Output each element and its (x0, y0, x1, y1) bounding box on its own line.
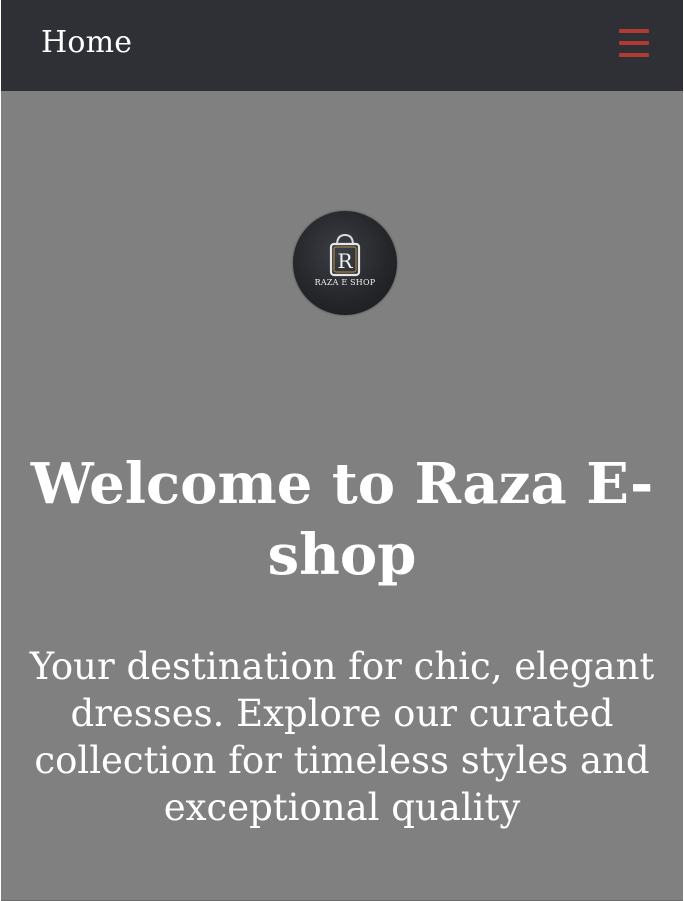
hero-section: R RAZA E SHOP Welcome to Raza E-shop You… (1, 91, 683, 901)
nav-home-link[interactable]: Home (41, 25, 132, 60)
hero-description: Your destination for chic, elegant dress… (29, 645, 655, 829)
hamburger-menu-icon[interactable] (619, 28, 649, 57)
menu-bar-bottom (619, 52, 649, 57)
top-navbar: Home (1, 0, 683, 91)
menu-bar-middle (619, 40, 649, 45)
shop-logo: R RAZA E SHOP (293, 211, 397, 315)
page: Home R RAZA E SHOP Welcome to Raza E-sho… (0, 0, 684, 901)
menu-bar-top (619, 28, 649, 33)
shopping-bag-icon: R (329, 233, 361, 277)
hero-title: Welcome to Raza E-shop (30, 451, 654, 588)
logo-monogram: R (337, 249, 353, 273)
logo-text: RAZA E SHOP (314, 278, 376, 287)
